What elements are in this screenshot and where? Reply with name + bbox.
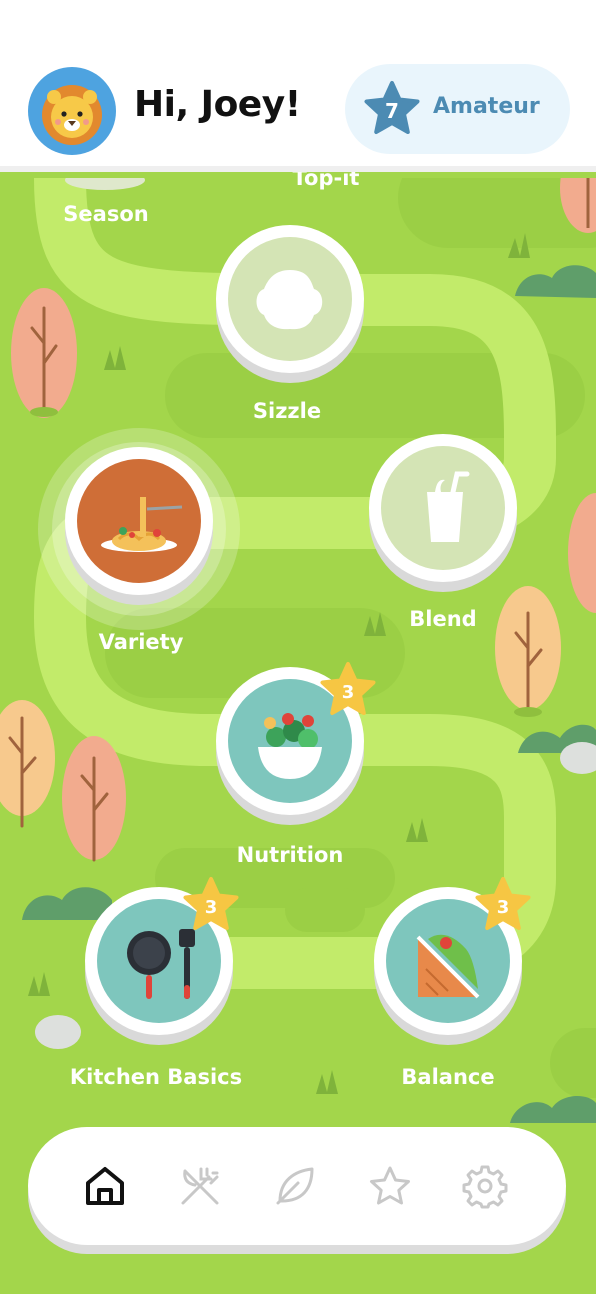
lesson-node-sizzle[interactable] xyxy=(216,225,364,373)
level-title: Amateur xyxy=(433,94,540,119)
tree-decoration xyxy=(495,586,561,717)
lesson-node-variety[interactable] xyxy=(65,447,213,595)
nav-favorites[interactable] xyxy=(365,1161,415,1211)
tree-decoration xyxy=(62,736,126,862)
home-icon xyxy=(86,1167,124,1205)
nav-home[interactable] xyxy=(80,1161,130,1211)
profile-avatar[interactable] xyxy=(28,67,116,155)
lesson-label-variety: Variety xyxy=(98,630,184,654)
stars-count: 3 xyxy=(204,896,218,918)
tree-decoration xyxy=(0,700,55,828)
gear-icon xyxy=(462,1165,508,1209)
level-badge[interactable]: 7 Amateur xyxy=(345,64,570,154)
lesson-label-kitchen-basics: Kitchen Basics xyxy=(69,1065,243,1089)
leaf-icon xyxy=(276,1167,314,1205)
lesson-node-blend[interactable] xyxy=(369,434,517,582)
lesson-label-nutrition: Nutrition xyxy=(236,843,344,867)
nav-settings[interactable] xyxy=(460,1161,510,1211)
sizzle-icon xyxy=(228,237,352,361)
bottom-nav xyxy=(28,1127,566,1245)
level-number: 7 xyxy=(385,99,399,123)
fork-knife-icon xyxy=(181,1167,219,1205)
nav-nature[interactable] xyxy=(270,1161,320,1211)
stars-badge: 3 xyxy=(473,875,533,935)
nav-recipes[interactable] xyxy=(175,1161,225,1211)
greeting-text: Hi, Joey! xyxy=(134,84,301,125)
lesson-label-season: Season xyxy=(63,202,149,226)
stars-badge: 3 xyxy=(318,660,378,720)
lesson-label-blend: Blend xyxy=(409,607,477,631)
star-icon xyxy=(370,1166,410,1205)
lesson-label-sizzle: Sizzle xyxy=(252,399,322,423)
stars-count: 3 xyxy=(341,681,355,703)
lion-icon xyxy=(42,85,102,145)
stars-count: 3 xyxy=(496,896,510,918)
tree-decoration xyxy=(11,288,77,418)
pasta-icon xyxy=(77,459,201,583)
lesson-label-balance: Balance xyxy=(401,1065,495,1089)
stars-badge: 3 xyxy=(181,875,241,935)
app-header: Hi, Joey! 7 Amateur xyxy=(0,0,596,172)
smoothie-cup-icon xyxy=(381,446,505,570)
